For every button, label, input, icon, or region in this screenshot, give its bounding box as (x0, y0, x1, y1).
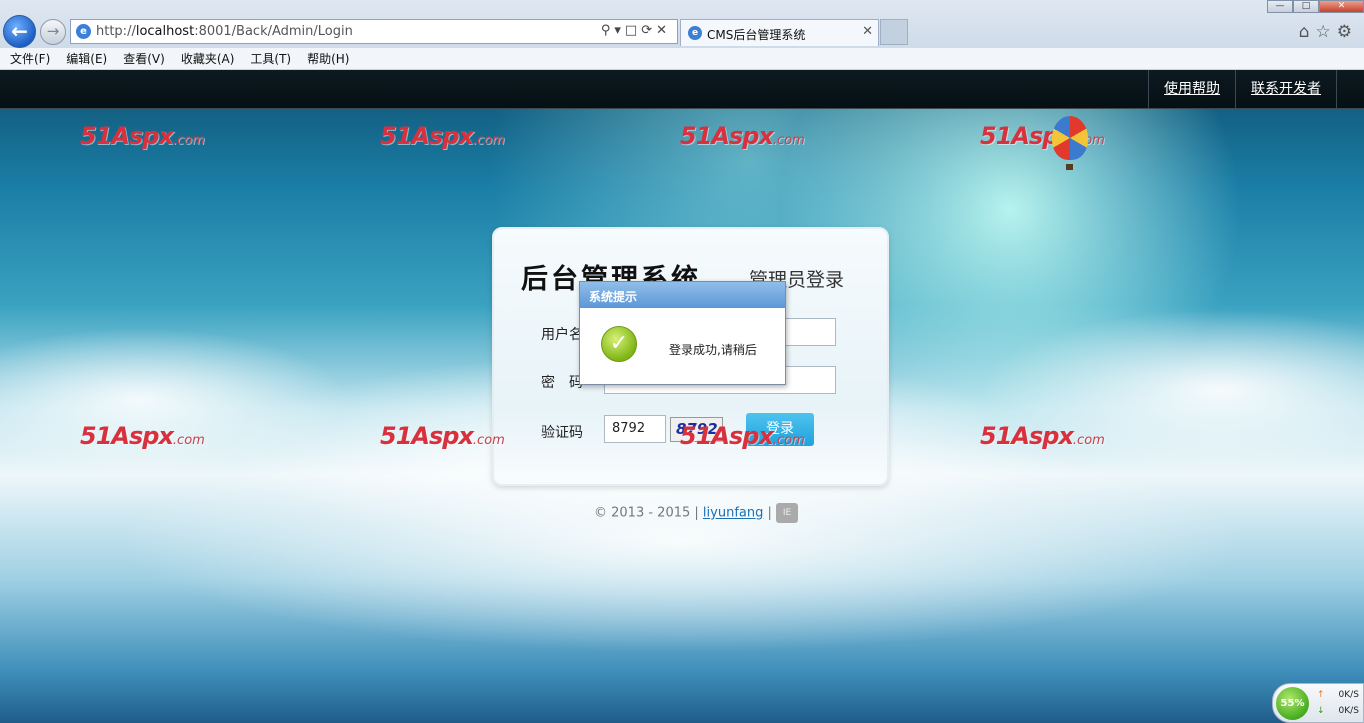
address-bar[interactable]: e http://localhost:8001/Back/Admin/Login… (70, 19, 678, 44)
tab-ie-icon: e (688, 26, 702, 40)
tab-close-icon[interactable]: ✕ (862, 24, 873, 39)
search-icon[interactable]: ⚲ (601, 23, 615, 38)
browser-chrome: ← → e http://localhost:8001/Back/Admin/L… (0, 0, 1364, 48)
gear-icon[interactable]: ⚙ (1337, 22, 1358, 42)
success-check-icon: ✓ (601, 326, 637, 362)
menu-file[interactable]: 文件(F) (10, 48, 50, 69)
captcha-input[interactable]: 8792 (604, 415, 666, 443)
menu-edit[interactable]: 编辑(E) (66, 48, 107, 69)
refresh-icon[interactable]: ⟳ (641, 23, 656, 38)
usage-percent: 55% (1276, 687, 1309, 720)
stop-icon[interactable]: ✕ (656, 23, 671, 38)
balloon-basket (1066, 164, 1073, 170)
new-tab-button[interactable] (880, 19, 908, 45)
dialog-title: 系统提示 (580, 282, 785, 308)
address-tools[interactable]: ⚲▾□⟳✕ (601, 23, 671, 38)
home-icon[interactable]: ⌂ (1299, 22, 1316, 42)
back-icon[interactable]: ← (3, 15, 36, 48)
menu-tools[interactable]: 工具(T) (250, 48, 291, 69)
menu-help[interactable]: 帮助(H) (307, 48, 349, 69)
author-link[interactable]: liyunfang (703, 506, 763, 521)
tab-active[interactable]: e CMS后台管理系统 ✕ (680, 19, 879, 46)
watermark-logo: 51Aspx.com (80, 122, 205, 150)
menu-view[interactable]: 查看(V) (123, 48, 165, 69)
system-prompt-dialog: 系统提示 ✓ 登录成功,请稍后 (579, 281, 786, 385)
dropdown-icon[interactable]: ▾ (614, 23, 625, 38)
minimize-icon[interactable]: — (1267, 0, 1293, 13)
hot-air-balloon-icon (1052, 116, 1088, 160)
menu-favorites[interactable]: 收藏夹(A) (181, 48, 235, 69)
watermark-logo: 51Aspx.com (380, 122, 505, 150)
username-label: 用户名 (541, 327, 583, 343)
tab-title: CMS后台管理系统 (707, 28, 806, 42)
footer-separator: | (767, 505, 772, 521)
download-speed: ↓ 0K/S (1317, 706, 1359, 716)
watermark-logo: 51Aspx.com (680, 122, 805, 150)
window-controls: — □ ✕ (1267, 0, 1364, 13)
watermark-logo: 51Aspx.com (380, 422, 505, 450)
watermark-logo: 51Aspx.com (980, 422, 1105, 450)
window-close-icon[interactable]: ✕ (1319, 0, 1364, 13)
watermark-logo: 51Aspx.com (80, 422, 205, 450)
watermark-logo: 51Aspx.com (680, 422, 805, 450)
favorites-star-icon[interactable]: ☆ (1316, 22, 1337, 42)
contact-developer-link[interactable]: 联系开发者 (1235, 70, 1337, 109)
browser-badge-icon: IE (776, 503, 799, 523)
forward-icon[interactable]: → (40, 19, 66, 45)
upload-arrow-icon: ↑ (1317, 690, 1325, 700)
dialog-message: 登录成功,请稍后 (669, 343, 757, 357)
upload-speed: ↑ 0K/S (1317, 690, 1359, 700)
download-arrow-icon: ↓ (1317, 706, 1325, 716)
maximize-icon[interactable]: □ (1293, 0, 1319, 13)
browser-toolbar-icons: ⌂☆⚙ (1299, 22, 1358, 42)
network-speed-widget[interactable]: 55% ↑ 0K/S ↓ 0K/S (1272, 683, 1364, 723)
page-content: 使用帮助 联系开发者 51Aspx.com 51Aspx.com 51Aspx.… (0, 70, 1364, 723)
compat-icon[interactable]: □ (625, 23, 641, 38)
password-label: 密 码 (541, 375, 583, 391)
top-nav-strip: 使用帮助 联系开发者 (0, 70, 1364, 109)
copyright-text: © 2013 - 2015 | (594, 505, 699, 521)
menu-bar: 文件(F) 编辑(E) 查看(V) 收藏夹(A) 工具(T) 帮助(H) (0, 48, 1364, 70)
ie-page-icon: e (76, 24, 91, 39)
captcha-label: 验证码 (541, 425, 583, 441)
help-link[interactable]: 使用帮助 (1148, 70, 1235, 109)
address-url: http://localhost:8001/Back/Admin/Login (96, 24, 353, 39)
page-footer: © 2013 - 2015 | liyunfang | IE (594, 503, 799, 523)
